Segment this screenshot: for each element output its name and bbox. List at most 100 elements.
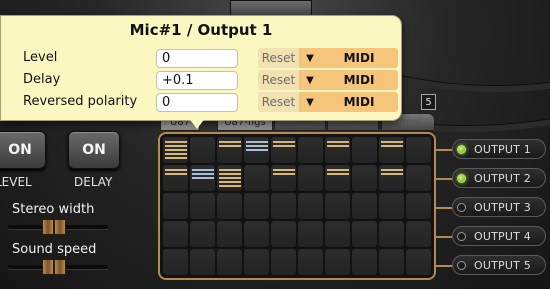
- stereo-width-knob[interactable]: [42, 219, 54, 235]
- matrix-cell[interactable]: [163, 193, 188, 219]
- delay-controls: Reset ▼ MIDI: [258, 70, 398, 90]
- matrix-cell[interactable]: [217, 193, 242, 219]
- matrix-cell[interactable]: [379, 193, 404, 219]
- output-label: OUTPUT 4: [474, 229, 531, 243]
- matrix-cell[interactable]: [271, 137, 296, 163]
- page-number-badge[interactable]: 5: [421, 94, 436, 110]
- matrix-cell[interactable]: [163, 249, 188, 275]
- output-led-icon: [457, 144, 466, 154]
- matrix-cell[interactable]: [190, 221, 215, 247]
- output-button[interactable]: OUTPUT 3: [452, 197, 546, 217]
- output-button[interactable]: OUTPUT 2: [452, 168, 546, 188]
- output-connector: [436, 207, 452, 209]
- sound-speed-knob[interactable]: [54, 259, 66, 275]
- matrix-cell[interactable]: [217, 221, 242, 247]
- matrix-cell[interactable]: [298, 249, 323, 275]
- sound-speed-label: Sound speed: [12, 242, 97, 257]
- matrix-cell[interactable]: [190, 193, 215, 219]
- matrix-cell[interactable]: [298, 221, 323, 247]
- matrix-cell[interactable]: [271, 165, 296, 191]
- output-connector: [436, 149, 452, 151]
- matrix-cell[interactable]: [379, 221, 404, 247]
- polarity-midi-button[interactable]: MIDI: [320, 92, 398, 112]
- level-bars-icon: [191, 169, 214, 179]
- matrix-cell[interactable]: [352, 165, 377, 191]
- matrix-cell[interactable]: [190, 249, 215, 275]
- matrix-cell[interactable]: [352, 249, 377, 275]
- matrix-cell[interactable]: [379, 249, 404, 275]
- matrix-cell[interactable]: [298, 137, 323, 163]
- matrix-cell[interactable]: [325, 165, 350, 191]
- delay-on-button[interactable]: ON: [68, 131, 120, 169]
- output-label: OUTPUT 3: [474, 200, 531, 214]
- matrix-cell[interactable]: [271, 193, 296, 219]
- matrix-cell[interactable]: [163, 137, 188, 163]
- matrix-cell[interactable]: [406, 221, 431, 247]
- polarity-dropdown-arrow-icon[interactable]: ▼: [300, 92, 320, 112]
- output-button[interactable]: OUTPUT 5: [452, 255, 546, 275]
- matrix-cell[interactable]: [217, 165, 242, 191]
- matrix-cell[interactable]: [406, 137, 431, 163]
- polarity-input[interactable]: 0: [156, 93, 238, 112]
- sound-speed-knob[interactable]: [42, 259, 54, 275]
- level-bars-icon: [326, 141, 349, 147]
- output-row: OUTPUT 5: [436, 255, 548, 277]
- level-bars-icon: [272, 141, 295, 147]
- output-button[interactable]: OUTPUT 1: [452, 139, 546, 159]
- matrix-cell[interactable]: [271, 221, 296, 247]
- matrix-cell[interactable]: [271, 249, 296, 275]
- polarity-field-label: Reversed polarity: [23, 94, 138, 109]
- matrix-cell[interactable]: [244, 193, 269, 219]
- delay-input[interactable]: +0.1: [156, 71, 238, 90]
- matrix-cell[interactable]: [406, 165, 431, 191]
- level-midi-button[interactable]: MIDI: [320, 48, 398, 68]
- matrix-cell[interactable]: [325, 137, 350, 163]
- matrix-cell[interactable]: [298, 193, 323, 219]
- matrix-cell[interactable]: [379, 137, 404, 163]
- matrix-cell[interactable]: [217, 249, 242, 275]
- output-connector: [436, 178, 452, 180]
- matrix-cell[interactable]: [190, 137, 215, 163]
- output-row: OUTPUT 2: [436, 168, 548, 190]
- matrix-cell[interactable]: [163, 165, 188, 191]
- level-on-button[interactable]: ON: [0, 131, 46, 169]
- matrix-cell[interactable]: [325, 249, 350, 275]
- output-button[interactable]: OUTPUT 4: [452, 226, 546, 246]
- matrix-cell[interactable]: [244, 249, 269, 275]
- level-bars-icon: [272, 169, 295, 175]
- matrix-cell[interactable]: [244, 221, 269, 247]
- matrix-cell[interactable]: [352, 221, 377, 247]
- delay-dropdown-arrow-icon[interactable]: ▼: [300, 70, 320, 90]
- level-dropdown-arrow-icon[interactable]: ▼: [300, 48, 320, 68]
- level-bars-icon: [245, 141, 268, 151]
- level-input[interactable]: 0: [156, 49, 238, 68]
- polarity-controls: Reset ▼ MIDI: [258, 92, 398, 112]
- delay-midi-button[interactable]: MIDI: [320, 70, 398, 90]
- polarity-reset-button[interactable]: Reset: [258, 92, 300, 112]
- output-connector: [436, 236, 452, 238]
- matrix-cell[interactable]: [325, 193, 350, 219]
- matrix-cell[interactable]: [217, 137, 242, 163]
- matrix-cell[interactable]: [352, 193, 377, 219]
- matrix-cell[interactable]: [406, 249, 431, 275]
- level-bars-icon: [164, 141, 187, 159]
- output-label: OUTPUT 5: [474, 258, 531, 272]
- matrix-cell[interactable]: [325, 221, 350, 247]
- delay-reset-button[interactable]: Reset: [258, 70, 300, 90]
- level-reset-button[interactable]: Reset: [258, 48, 300, 68]
- output-row: OUTPUT 3: [436, 197, 548, 219]
- stereo-width-knob[interactable]: [54, 219, 66, 235]
- level-controls: Reset ▼ MIDI: [258, 48, 398, 68]
- matrix-cell[interactable]: [190, 165, 215, 191]
- matrix-cell[interactable]: [406, 193, 431, 219]
- matrix-cell[interactable]: [352, 137, 377, 163]
- level-bars-icon: [380, 141, 403, 147]
- output-row: OUTPUT 1: [436, 139, 548, 161]
- matrix-cell[interactable]: [379, 165, 404, 191]
- matrix-cell[interactable]: [244, 137, 269, 163]
- matrix-cell[interactable]: [244, 165, 269, 191]
- delay-label: DELAY: [74, 175, 113, 189]
- matrix-cell[interactable]: [298, 165, 323, 191]
- matrix-cell[interactable]: [163, 221, 188, 247]
- output-led-icon: [457, 231, 466, 241]
